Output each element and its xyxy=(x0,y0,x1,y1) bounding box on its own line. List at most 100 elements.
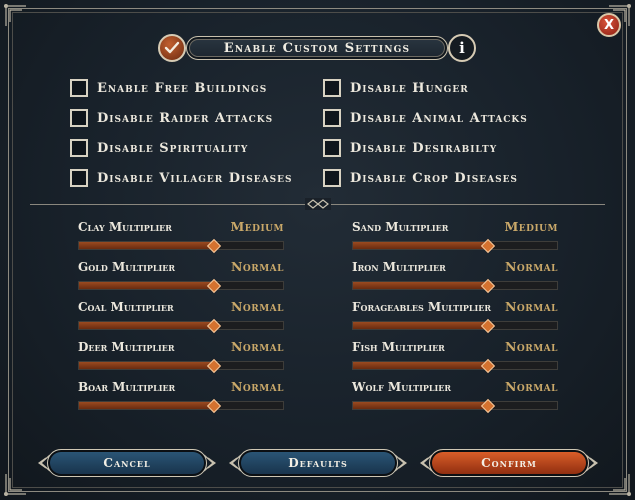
checkbox[interactable] xyxy=(70,139,88,157)
slider-boar-multiplier[interactable]: Boar Multiplier Normal xyxy=(78,379,284,415)
corner-ornament xyxy=(605,470,633,498)
checkbox[interactable] xyxy=(70,79,88,97)
slider-track[interactable] xyxy=(352,318,558,333)
checkbox[interactable] xyxy=(323,109,341,127)
slider-fish-multiplier[interactable]: Fish Multiplier Normal xyxy=(352,339,558,375)
slider-value: Normal xyxy=(230,259,284,274)
slider-thumb[interactable] xyxy=(206,318,221,333)
slider-thumb[interactable] xyxy=(206,358,221,373)
slider-label: Boar Multiplier xyxy=(78,380,176,394)
slider-fill xyxy=(353,362,488,369)
checkbox[interactable] xyxy=(323,79,341,97)
checkbox[interactable] xyxy=(70,169,88,187)
slider-thumb[interactable] xyxy=(480,358,495,373)
option-label: Disable Hunger xyxy=(350,80,469,96)
slider-label: Iron Multiplier xyxy=(352,260,446,274)
slider-value: Normal xyxy=(504,259,558,274)
slider-thumb[interactable] xyxy=(480,318,495,333)
slider-label: Coal Multiplier xyxy=(78,300,174,314)
slider-fill xyxy=(353,242,488,249)
option-label: Disable Villager Diseases xyxy=(97,170,293,186)
option-disable-crop-diseases[interactable]: Disable Crop Diseases xyxy=(323,168,518,188)
button-cap-ornament xyxy=(203,454,217,472)
slider-track[interactable] xyxy=(352,278,558,293)
checkmark-icon xyxy=(164,41,180,54)
slider-track[interactable] xyxy=(352,398,558,413)
dialog-title: Enable Custom Settings xyxy=(223,40,411,56)
corner-ornament xyxy=(2,2,30,30)
close-button[interactable]: X xyxy=(597,13,621,37)
option-label: Disable Animal Attacks xyxy=(350,110,528,126)
slider-label: Wolf Multiplier xyxy=(352,380,451,394)
slider-thumb[interactable] xyxy=(206,398,221,413)
slider-value: Medium xyxy=(504,219,558,234)
cancel-button[interactable]: Cancel xyxy=(37,446,217,480)
option-label: Disable Spirituality xyxy=(97,140,249,156)
title-bar: Enable Custom Settings i xyxy=(158,34,476,62)
option-label: Disable Raider Attacks xyxy=(97,110,274,126)
checkbox[interactable] xyxy=(70,109,88,127)
slider-thumb[interactable] xyxy=(480,238,495,253)
slider-track[interactable] xyxy=(78,278,284,293)
slider-track[interactable] xyxy=(78,238,284,253)
slider-gold-multiplier[interactable]: Gold Multiplier Normal xyxy=(78,259,284,295)
slider-label: Gold Multiplier xyxy=(78,260,176,274)
slider-fill xyxy=(79,362,214,369)
slider-track[interactable] xyxy=(78,318,284,333)
option-disable-hunger[interactable]: Disable Hunger xyxy=(323,78,469,98)
option-disable-spirituality[interactable]: Disable Spirituality xyxy=(70,138,248,158)
option-label: Disable Crop Diseases xyxy=(350,170,518,186)
slider-fill xyxy=(353,402,488,409)
section-divider xyxy=(30,198,605,210)
corner-ornament xyxy=(2,470,30,498)
confirm-button[interactable]: Confirm xyxy=(419,446,599,480)
checkbox[interactable] xyxy=(323,139,341,157)
info-icon: i xyxy=(459,39,465,57)
close-icon: X xyxy=(603,17,615,33)
button-cap-ornament xyxy=(394,454,408,472)
slider-value: Normal xyxy=(504,379,558,394)
slider-iron-multiplier[interactable]: Iron Multiplier Normal xyxy=(352,259,558,295)
slider-thumb[interactable] xyxy=(206,238,221,253)
slider-deer-multiplier[interactable]: Deer Multiplier Normal xyxy=(78,339,284,375)
slider-label: Forageables Multiplier xyxy=(352,300,491,314)
slider-clay-multiplier[interactable]: Clay Multiplier Medium xyxy=(78,219,284,255)
slider-sand-multiplier[interactable]: Sand Multiplier Medium xyxy=(352,219,558,255)
slider-track[interactable] xyxy=(78,358,284,373)
defaults-button[interactable]: Defaults xyxy=(228,446,408,480)
slider-value: Normal xyxy=(230,339,284,354)
slider-fill xyxy=(79,242,214,249)
slider-wolf-multiplier[interactable]: Wolf Multiplier Normal xyxy=(352,379,558,415)
slider-value: Normal xyxy=(504,299,558,314)
slider-forageables-multiplier[interactable]: Forageables Multiplier Normal xyxy=(352,299,558,335)
option-label: Disable Desirabilty xyxy=(350,140,498,156)
option-disable-animal-attacks[interactable]: Disable Animal Attacks xyxy=(323,108,528,128)
slider-thumb[interactable] xyxy=(480,398,495,413)
option-disable-raider-attacks[interactable]: Disable Raider Attacks xyxy=(70,108,273,128)
slider-value: Medium xyxy=(230,219,284,234)
slider-fill xyxy=(353,282,488,289)
slider-label: Deer Multiplier xyxy=(78,340,175,354)
slider-fill xyxy=(353,322,488,329)
diamond-ornament-icon xyxy=(304,198,331,210)
slider-value: Normal xyxy=(504,339,558,354)
checkbox[interactable] xyxy=(323,169,341,187)
enable-custom-settings-toggle[interactable] xyxy=(158,34,186,62)
slider-label: Fish Multiplier xyxy=(352,340,445,354)
slider-coal-multiplier[interactable]: Coal Multiplier Normal xyxy=(78,299,284,335)
button-cap-ornament xyxy=(585,454,599,472)
slider-track[interactable] xyxy=(78,398,284,413)
slider-value: Normal xyxy=(230,299,284,314)
custom-settings-dialog: X Enable Custom Settings i Enable Free B… xyxy=(0,0,635,500)
option-enable-free-buildings[interactable]: Enable Free Buildings xyxy=(70,78,267,98)
info-button[interactable]: i xyxy=(448,34,476,62)
slider-track[interactable] xyxy=(352,238,558,253)
defaults-button-label: Defaults xyxy=(288,456,348,470)
option-disable-desirability[interactable]: Disable Desirabilty xyxy=(323,138,497,158)
cancel-button-label: Cancel xyxy=(103,456,151,470)
slider-thumb[interactable] xyxy=(480,278,495,293)
slider-thumb[interactable] xyxy=(206,278,221,293)
option-disable-villager-diseases[interactable]: Disable Villager Diseases xyxy=(70,168,292,188)
slider-track[interactable] xyxy=(352,358,558,373)
slider-value: Normal xyxy=(230,379,284,394)
